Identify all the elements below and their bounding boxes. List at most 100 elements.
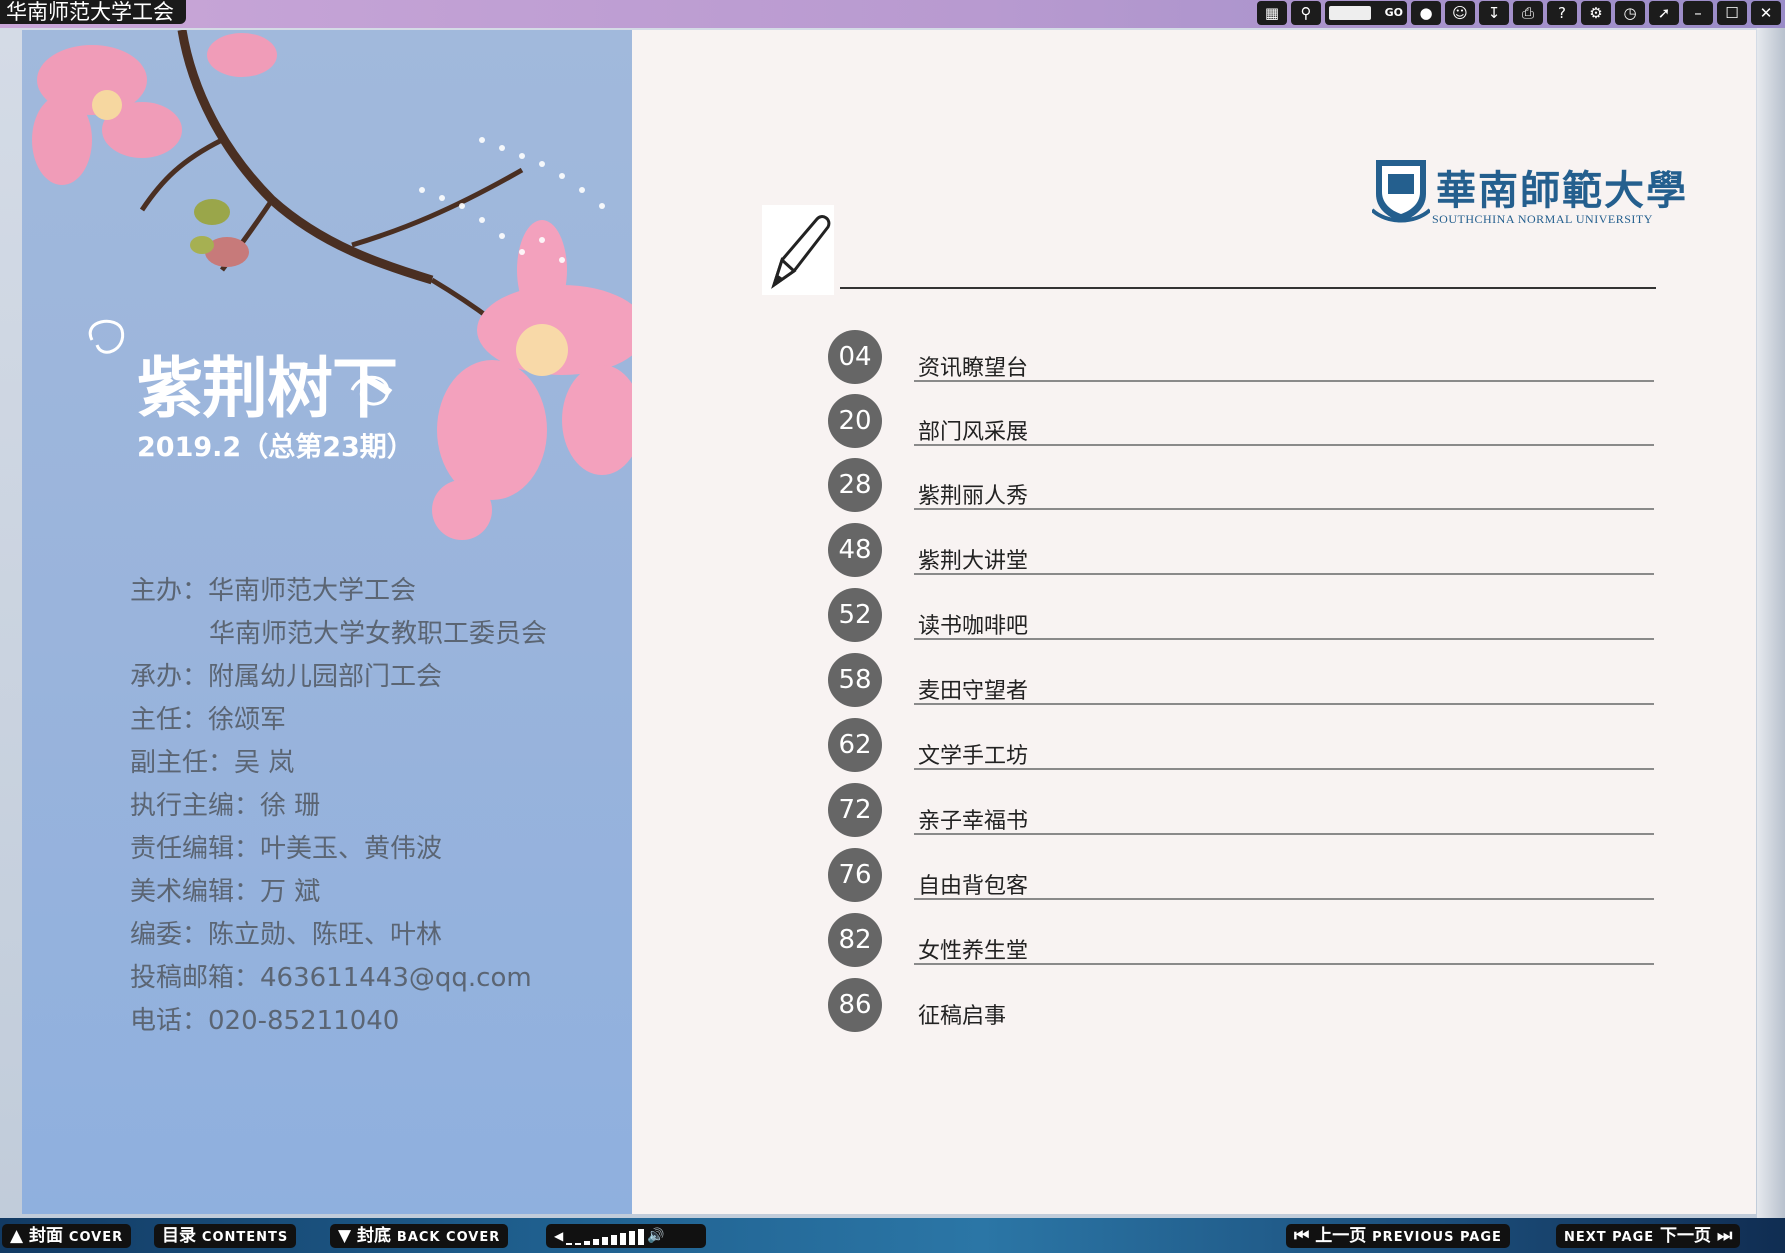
volume-low-icon: ◀: [554, 1229, 564, 1243]
download-icon[interactable]: ↧: [1479, 1, 1509, 25]
credit-line: 主办：华南师范大学工会: [130, 576, 417, 606]
toc-page-badge: 58: [828, 653, 882, 707]
cover-button[interactable]: ▲ 封面 COVER: [2, 1224, 132, 1248]
left-page[interactable]: 紫荆树下 2019.2（总第23期） 主办：华南师范大学工会 华南师范大学女教职…: [22, 30, 632, 1214]
toc-page-badge: 48: [828, 523, 882, 577]
volume-bar: [638, 1229, 645, 1245]
toc-item[interactable]: 28 紫荆丽人秀: [828, 458, 1658, 518]
go-button[interactable]: GO: [1385, 1, 1403, 25]
settings-icon[interactable]: ⚙: [1581, 1, 1611, 25]
credit-line: 编委：陈立勋、陈旺、叶林: [130, 920, 443, 950]
toc-title[interactable]: 资讯瞭望台: [918, 350, 1028, 382]
toc-title[interactable]: 麦田守望者: [918, 673, 1028, 705]
toc-title[interactable]: 亲子幸福书: [918, 803, 1028, 835]
toc-divider: [914, 444, 1654, 446]
toc-title[interactable]: 紫荆丽人秀: [918, 478, 1028, 510]
pencil-icon: [762, 205, 834, 295]
maximize-icon[interactable]: ☐: [1717, 1, 1747, 25]
university-name: 華南師範大學: [1436, 167, 1688, 214]
contents-icon[interactable]: ▦: [1257, 1, 1287, 25]
toc-title[interactable]: 女性养生堂: [918, 933, 1028, 965]
credit-line: 承办：附属幼儿园部门工会: [130, 662, 443, 692]
toc-title[interactable]: 自由背包客: [918, 868, 1028, 900]
header-rule: [840, 287, 1656, 289]
university-subtitle: SOUTHCHINA NORMAL UNIVERSITY: [1432, 212, 1653, 226]
toc-divider: [914, 833, 1654, 835]
university-logo: 華南師範大學 SOUTHCHINA NORMAL UNIVERSITY: [1370, 154, 1686, 228]
university-crest-icon: [1370, 160, 1432, 223]
toc-title[interactable]: 文学手工坊: [918, 738, 1028, 770]
search-icon[interactable]: ⚲: [1291, 1, 1321, 25]
credit-line: 执行主编：徐 珊: [130, 791, 321, 821]
toc-divider: [914, 768, 1654, 770]
up-arrow-icon: ▲: [10, 1226, 24, 1246]
volume-bar: [584, 1241, 591, 1245]
credit-line: 副主任：吴 岚: [130, 748, 295, 778]
toc-item[interactable]: 52 读书咖啡吧: [828, 588, 1658, 648]
toc-page-badge: 82: [828, 913, 882, 967]
next-page-button[interactable]: NEXT PAGE 下一页 ⏭: [1556, 1224, 1741, 1248]
title-bar: 华南师范大学工会 ▦ ⚲ GO ● ☺ ↧ ⎙ ? ⚙ ◷ ➚ – ☐ ✕: [0, 0, 1785, 28]
toc-divider: [914, 703, 1654, 705]
speaker-icon: 🔊: [647, 1228, 665, 1244]
volume-bar: [593, 1239, 600, 1245]
toc-item[interactable]: 82 女性养生堂: [828, 913, 1658, 973]
user-icon[interactable]: ☺: [1445, 1, 1475, 25]
volume-bar: [602, 1237, 609, 1245]
close-icon[interactable]: ✕: [1751, 1, 1781, 25]
next-label-cn: 下一页: [1660, 1226, 1712, 1246]
toc-divider: [914, 573, 1654, 575]
last-page-icon: ⏭: [1716, 1226, 1733, 1246]
prev-label-en: PREVIOUS PAGE: [1372, 1230, 1502, 1245]
toc-page-badge: 72: [828, 783, 882, 837]
toc-page-badge: 04: [828, 330, 882, 384]
prev-label-cn: 上一页: [1315, 1226, 1367, 1246]
navigation-bar: ▲ 封面 COVER 目录 CONTENTS ▼ 封底 BACK COVER ◀…: [0, 1218, 1785, 1253]
toc-page-badge: 76: [828, 848, 882, 902]
credit-line: 华南师范大学女教职工委员会: [209, 619, 548, 649]
toc-title[interactable]: 部门风采展: [918, 414, 1028, 446]
credit-line: 投稿邮箱：463611443@qq.com: [130, 963, 532, 993]
contents-button[interactable]: 目录 CONTENTS: [154, 1224, 297, 1248]
chat-icon[interactable]: ●: [1411, 1, 1441, 25]
volume-bar: [575, 1243, 582, 1245]
cover-label-en: COVER: [68, 1230, 124, 1245]
help-icon[interactable]: ?: [1547, 1, 1577, 25]
clock-icon[interactable]: ◷: [1615, 1, 1645, 25]
toc-divider: [914, 380, 1654, 382]
credit-line: 电话：020-85211040: [130, 1006, 400, 1036]
right-page[interactable]: 華南師範大學 SOUTHCHINA NORMAL UNIVERSITY 04 资…: [632, 30, 1756, 1214]
toc-item[interactable]: 48 紫荆大讲堂: [828, 523, 1658, 583]
minimize-icon[interactable]: –: [1683, 1, 1713, 25]
back-cover-button[interactable]: ▼ 封底 BACK COVER: [330, 1224, 509, 1248]
print-icon[interactable]: ⎙: [1513, 1, 1543, 25]
toc-title[interactable]: 紫荆大讲堂: [918, 543, 1028, 575]
page-jump-input[interactable]: GO: [1325, 1, 1407, 25]
next-label-en: NEXT PAGE: [1564, 1230, 1655, 1245]
first-page-icon: ⏮: [1294, 1226, 1310, 1246]
issue-number: 2019.2（总第23期）: [137, 432, 414, 463]
share-icon[interactable]: ➚: [1649, 1, 1679, 25]
window-title: 华南师范大学工会: [0, 0, 186, 24]
toc-page-badge: 86: [828, 978, 882, 1032]
credits-block: 主办：华南师范大学工会 华南师范大学女教职工委员会 承办：附属幼儿园部门工会 主…: [130, 570, 630, 1043]
toc-divider: [914, 508, 1654, 510]
page-field[interactable]: [1329, 6, 1371, 20]
toc-item[interactable]: 04 资讯瞭望台: [828, 330, 1658, 390]
toc-item[interactable]: 62 文学手工坊: [828, 718, 1658, 778]
previous-page-button[interactable]: ⏮ 上一页 PREVIOUS PAGE: [1286, 1224, 1510, 1248]
toc-item[interactable]: 76 自由背包客: [828, 848, 1658, 908]
toc-item[interactable]: 72 亲子幸福书: [828, 783, 1658, 843]
volume-slider[interactable]: ◀ 🔊: [546, 1224, 706, 1248]
toc-item[interactable]: 58 麦田守望者: [828, 653, 1658, 713]
toc-item[interactable]: 20 部门风采展: [828, 394, 1658, 454]
toc-title[interactable]: 征稿启事: [918, 998, 1006, 1030]
toc-item[interactable]: 86 征稿启事: [828, 978, 1658, 1038]
toc-title[interactable]: 读书咖啡吧: [918, 608, 1028, 640]
contents-label-en: CONTENTS: [201, 1230, 289, 1245]
credit-line: 美术编辑：万 斌: [130, 877, 321, 907]
toolbar: ▦ ⚲ GO ● ☺ ↧ ⎙ ? ⚙ ◷ ➚ – ☐ ✕: [1257, 1, 1781, 25]
toc-divider: [914, 963, 1654, 965]
down-arrow-icon: ▼: [338, 1226, 352, 1246]
back-cover-label-cn: 封底: [357, 1226, 391, 1246]
